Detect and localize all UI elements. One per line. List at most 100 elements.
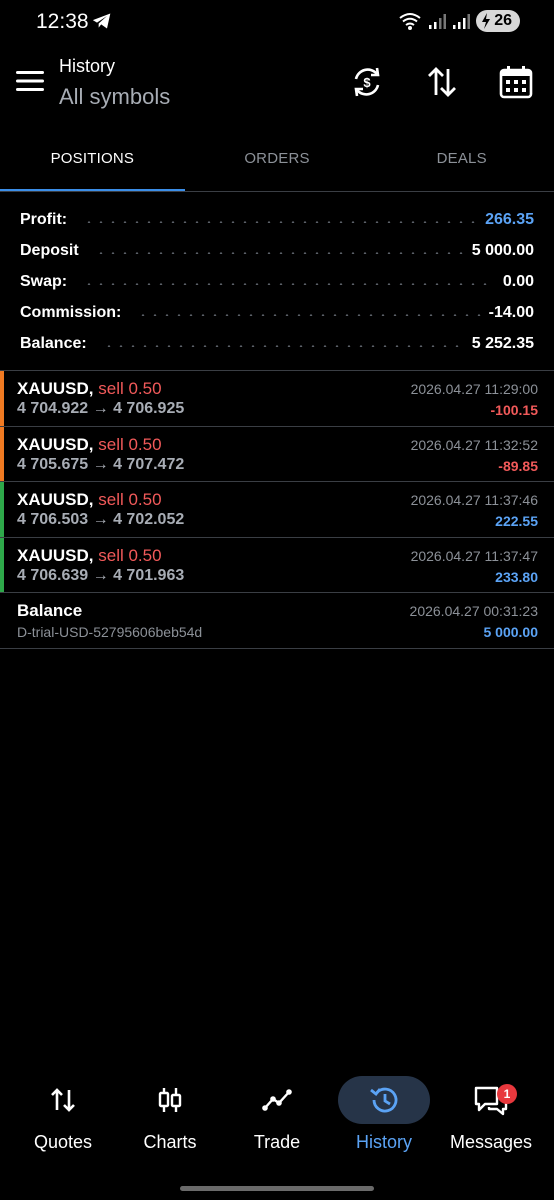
position-date: 2026.04.27 11:32:52 bbox=[410, 436, 538, 453]
position-profit: -100.15 bbox=[490, 402, 538, 418]
nav-icon-container: 1 bbox=[445, 1076, 537, 1124]
summary-label: Balance: bbox=[20, 334, 87, 352]
position-date: 2026.04.27 11:37:46 bbox=[410, 492, 538, 508]
tab-orders[interactable]: ORDERS bbox=[185, 132, 370, 192]
summary-value: 266.35 bbox=[485, 210, 534, 228]
trade-line-icon bbox=[262, 1089, 292, 1111]
symbol-filter[interactable]: All symbols bbox=[59, 84, 170, 110]
summary-label: Swap: bbox=[20, 272, 68, 290]
nav-label: Messages bbox=[449, 1132, 533, 1152]
summary-value: 0.00 bbox=[502, 272, 534, 290]
summary-row-deposit: Deposit 5 000.00 bbox=[0, 235, 554, 266]
nav-label: Trade bbox=[253, 1132, 301, 1152]
gain-indicator-bar bbox=[0, 482, 4, 537]
position-row[interactable]: XAUUSD, sell 0.50 4 704.922 → 4 706.925 … bbox=[0, 371, 554, 427]
home-indicator bbox=[180, 1186, 374, 1191]
tab-deals[interactable]: DEALS bbox=[369, 132, 554, 192]
position-prices: 4 704.922 → 4 706.925 bbox=[17, 400, 185, 417]
menu-icon[interactable] bbox=[16, 70, 44, 92]
nav-trade[interactable]: Trade bbox=[222, 1076, 332, 1153]
nav-history[interactable]: History bbox=[329, 1076, 439, 1153]
nav-icon-container bbox=[17, 1076, 109, 1124]
position-side: sell 0.50 bbox=[98, 490, 162, 509]
tabs-divider bbox=[0, 191, 554, 192]
messages-badge: 1 bbox=[497, 1084, 517, 1104]
balance-title: Balance bbox=[17, 601, 83, 620]
dot-leader bbox=[137, 313, 481, 316]
summary-label: Deposit bbox=[20, 241, 79, 259]
nav-label: History bbox=[355, 1132, 412, 1152]
position-symbol: XAUUSD, bbox=[17, 379, 94, 398]
sort-icon bbox=[428, 67, 456, 97]
position-row[interactable]: XAUUSD, sell 0.50 4 705.675 → 4 707.472 … bbox=[0, 426, 554, 482]
signal-icon bbox=[453, 14, 471, 29]
tab-positions[interactable]: POSITIONS bbox=[0, 132, 185, 192]
position-symbol: XAUUSD, bbox=[17, 545, 94, 565]
position-symbol-line: XAUUSD, sell 0.50 bbox=[17, 546, 162, 566]
dot-leader bbox=[83, 282, 495, 285]
nav-label: Quotes bbox=[33, 1132, 93, 1152]
position-symbol-line: XAUUSD, sell 0.50 bbox=[17, 435, 162, 455]
candlestick-icon bbox=[158, 1088, 182, 1112]
system-icons: 26 bbox=[398, 10, 520, 32]
position-profit: 233.80 bbox=[495, 568, 538, 585]
summary-row-swap: Swap: 0.00 bbox=[0, 266, 554, 297]
nav-icon-container bbox=[338, 1076, 430, 1124]
gain-indicator-bar bbox=[0, 537, 4, 592]
nav-quotes[interactable]: Quotes bbox=[8, 1076, 118, 1153]
status-bar: 12:38 26 bbox=[0, 0, 554, 44]
currency-exchange-button[interactable]: $ bbox=[347, 62, 387, 102]
quotes-arrows-icon bbox=[51, 1088, 75, 1112]
battery-indicator: 26 bbox=[476, 10, 520, 32]
summary-row-balance: Balance: 5 252.35 bbox=[0, 328, 554, 359]
position-side: sell 0.50 bbox=[98, 545, 162, 565]
summary-label: Commission: bbox=[20, 303, 122, 321]
bottom-navigation: Quotes Charts Trade History 1 Messages bbox=[0, 1076, 554, 1166]
balance-description: D-trial-USD-52795606beb54d bbox=[17, 624, 203, 640]
account-summary: Profit: 266.35 Deposit 5 000.00 Swap: 0.… bbox=[0, 204, 554, 359]
position-date: 2026.04.27 11:37:47 bbox=[410, 547, 538, 564]
battery-charging-icon bbox=[482, 13, 491, 29]
position-symbol-line: XAUUSD, sell 0.50 bbox=[17, 379, 162, 399]
sort-button[interactable] bbox=[422, 62, 462, 102]
position-prices: 4 706.503 → 4 702.052 bbox=[17, 511, 185, 528]
loss-indicator-bar bbox=[0, 371, 4, 426]
position-symbol-line: XAUUSD, sell 0.50 bbox=[17, 490, 162, 510]
position-symbol: XAUUSD, bbox=[17, 434, 94, 454]
summary-row-profit: Profit: 266.35 bbox=[0, 204, 554, 235]
dot-leader bbox=[83, 220, 478, 223]
balance-amount: 5 000.00 bbox=[483, 624, 539, 640]
summary-value: 5 252.35 bbox=[471, 334, 534, 352]
position-profit: -89.85 bbox=[498, 457, 538, 474]
nav-label: Charts bbox=[143, 1132, 197, 1152]
dot-leader bbox=[94, 251, 464, 254]
position-profit: 222.55 bbox=[495, 513, 538, 529]
summary-label: Profit: bbox=[20, 210, 68, 228]
balance-date: 2026.04.27 00:31:23 bbox=[409, 603, 538, 619]
loss-indicator-bar bbox=[0, 426, 4, 481]
nav-messages[interactable]: 1 Messages bbox=[436, 1076, 546, 1153]
summary-value: -14.00 bbox=[488, 303, 534, 321]
status-time: 12:38 bbox=[36, 10, 89, 33]
position-side: sell 0.50 bbox=[98, 379, 162, 398]
signal-icon bbox=[429, 14, 447, 29]
position-row[interactable]: XAUUSD, sell 0.50 4 706.639 → 4 701.963 … bbox=[0, 537, 554, 593]
nav-charts[interactable]: Charts bbox=[115, 1076, 225, 1153]
position-side: sell 0.50 bbox=[98, 434, 162, 454]
app-header: History All symbols $ bbox=[0, 44, 554, 130]
position-symbol: XAUUSD, bbox=[17, 490, 94, 509]
wifi-icon bbox=[399, 13, 421, 30]
position-date: 2026.04.27 11:29:00 bbox=[410, 381, 538, 397]
nav-icon-container bbox=[231, 1076, 323, 1124]
position-row[interactable]: XAUUSD, sell 0.50 4 706.503 → 4 702.052 … bbox=[0, 482, 554, 538]
battery-level: 26 bbox=[494, 12, 512, 29]
calendar-icon bbox=[499, 66, 533, 99]
balance-row[interactable]: Balance D-trial-USD-52795606beb54d 2026.… bbox=[0, 593, 554, 649]
history-icon bbox=[370, 1087, 398, 1113]
telegram-icon bbox=[92, 13, 111, 29]
page-title: History bbox=[59, 56, 116, 76]
positions-list: XAUUSD, sell 0.50 4 704.922 → 4 706.925 … bbox=[0, 371, 554, 649]
calendar-button[interactable] bbox=[496, 62, 536, 102]
currency-exchange-icon: $ bbox=[354, 67, 380, 97]
history-tabs: POSITIONS ORDERS DEALS bbox=[0, 132, 554, 192]
